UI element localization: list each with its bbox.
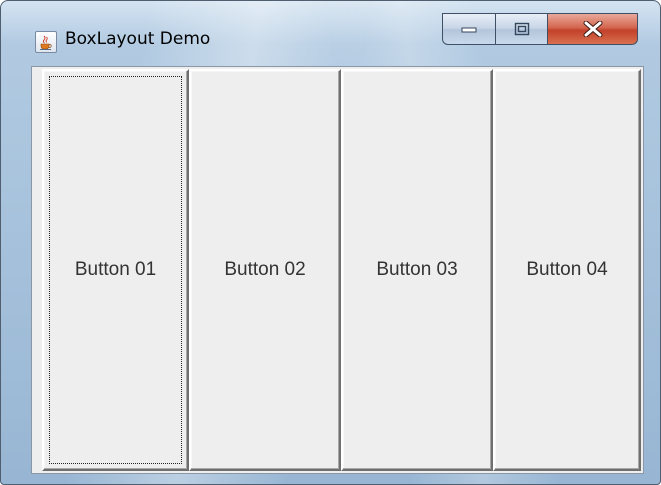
java-cup-icon[interactable] (35, 31, 57, 53)
minimize-button[interactable] (442, 13, 496, 45)
maximize-button[interactable] (496, 13, 548, 45)
button-label: Button 04 (526, 259, 608, 280)
button-label: Button 02 (224, 259, 306, 280)
button-03[interactable]: Button 03 (341, 69, 493, 471)
button-label: Button 01 (74, 259, 157, 280)
title-bar[interactable]: BoxLayout Demo (1, 1, 660, 61)
window-title: BoxLayout Demo (65, 29, 211, 49)
button-01[interactable]: Button 01 (42, 69, 189, 471)
close-button[interactable] (548, 13, 638, 45)
caption-buttons (442, 13, 638, 45)
maximize-icon (514, 22, 529, 36)
button-label: Button 03 (376, 259, 458, 280)
content-panel: Button 01 Button 02 Button 03 Button 04 (31, 66, 644, 474)
app-window: BoxLayout Demo Button 01 Button 02 Butto… (0, 0, 661, 485)
button-02[interactable]: Button 02 (189, 69, 341, 471)
close-icon (583, 21, 602, 37)
minimize-icon (461, 27, 477, 33)
button-04[interactable]: Button 04 (493, 69, 641, 471)
